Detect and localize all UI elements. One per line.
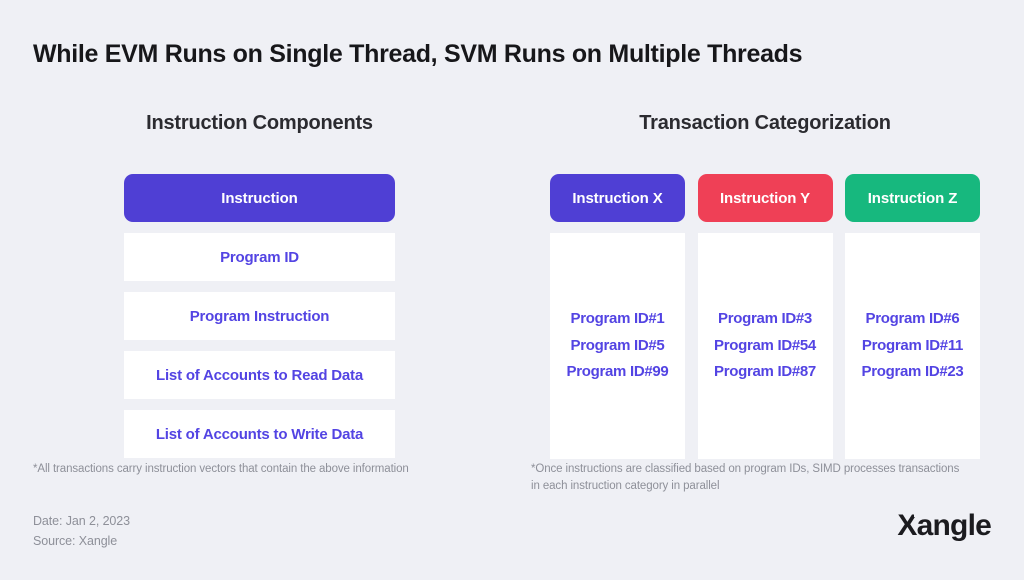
category-header-row: Instruction X Instruction Y Instruction … — [550, 174, 980, 222]
logo-wordmark: angle — [916, 509, 992, 542]
page-title: While EVM Runs on Single Thread, SVM Run… — [33, 40, 803, 68]
program-id: Program ID#54 — [714, 336, 816, 354]
date-label: Date: Jan 2, 2023 — [33, 514, 130, 528]
program-id: Program ID#23 — [861, 363, 964, 381]
instruction-header-box: Instruction — [124, 174, 395, 222]
program-id: Program ID#99 — [566, 363, 669, 381]
left-footnote: *All transactions carry instruction vect… — [33, 463, 409, 475]
list-item: List of Accounts to Write Data — [124, 410, 395, 458]
instruction-components-panel: Instruction Components Instruction Progr… — [124, 112, 395, 458]
left-panel-heading: Instruction Components — [146, 112, 373, 134]
program-id: Program ID#1 — [570, 310, 665, 328]
program-id: Program ID#5 — [570, 336, 665, 354]
list-item: List of Accounts to Read Data — [124, 351, 395, 399]
category-header-z: Instruction Z — [845, 174, 980, 222]
right-footnote: *Once instructions are classified based … — [531, 463, 960, 493]
list-item: Program Instruction — [124, 292, 395, 340]
program-id: Program ID#3 — [718, 310, 812, 328]
category-card-y: Program ID#3 Program ID#54 Program ID#87 — [697, 233, 833, 459]
right-panel-heading: Transaction Categorization — [639, 112, 891, 134]
category-body-row: Program ID#1 Program ID#5 Program ID#99 … — [550, 233, 980, 459]
transaction-categorization-panel: Transaction Categorization Instruction X… — [550, 112, 980, 459]
program-id: Program ID#87 — [714, 363, 816, 381]
list-item: Program ID — [124, 233, 395, 281]
category-header-y: Instruction Y — [697, 174, 833, 222]
source-label: Source: Xangle — [33, 534, 118, 549]
logo-x-glyph: X — [897, 509, 917, 542]
category-header-x: Instruction X — [550, 174, 685, 222]
category-card-z: Program ID#6 Program ID#11 Program ID#23 — [845, 233, 980, 459]
category-card-x: Program ID#1 Program ID#5 Program ID#99 — [550, 233, 685, 459]
xangle-logo: Xangle — [897, 511, 991, 541]
program-id: Program ID#11 — [861, 336, 964, 354]
program-id: Program ID#6 — [865, 310, 960, 328]
instruction-components-list: Program ID Program Instruction List of A… — [124, 233, 395, 458]
meta-block: Date: Jan 2, 2023 Source: Xangle — [33, 511, 130, 552]
infographic-root: While EVM Runs on Single Thread, SVM Run… — [0, 0, 1024, 580]
